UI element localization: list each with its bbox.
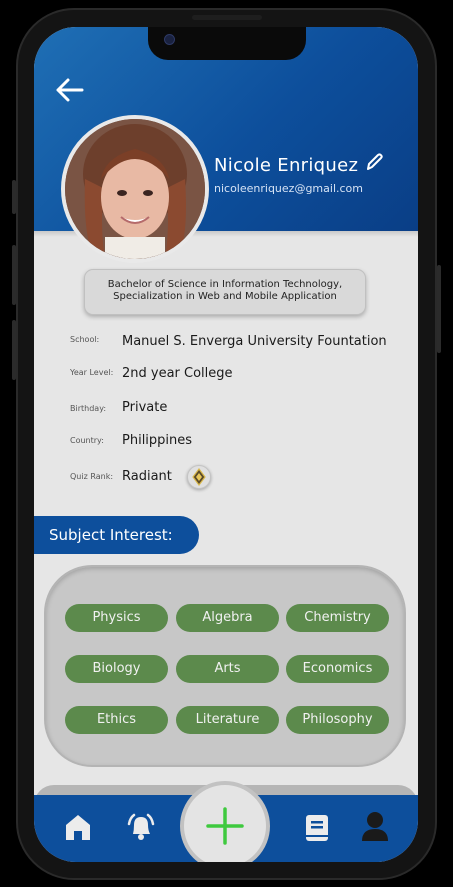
year-level-value: 2nd year College (122, 366, 233, 381)
phone-speaker (192, 15, 262, 20)
subject-interest-panel: Physics Algebra Chemistry Biology Arts E… (44, 565, 406, 767)
subject-chip-physics[interactable]: Physics (65, 604, 168, 632)
subject-chip-biology[interactable]: Biology (65, 655, 168, 683)
degree-line-1: Bachelor of Science in Information Techn… (107, 279, 343, 290)
phone-volume-down (12, 320, 16, 380)
app-screen: Nicole Enriquez nicoleenriquez@gmail.com… (34, 27, 418, 862)
birthday-value: Private (122, 400, 168, 415)
subject-chip-philosophy[interactable]: Philosophy (286, 706, 389, 734)
avatar-portrait (65, 119, 205, 259)
school-value: Manuel S. Enverga University Fountation (122, 334, 387, 349)
quiz-rank-value: Radiant (122, 469, 172, 484)
subject-chip-ethics[interactable]: Ethics (65, 706, 168, 734)
profile-avatar (61, 115, 209, 263)
degree-card: Bachelor of Science in Information Techn… (84, 269, 366, 315)
edit-pencil-icon[interactable] (365, 152, 385, 172)
phone-side-button (12, 180, 16, 214)
subject-interest-heading: Subject Interest: (34, 516, 199, 554)
front-camera (164, 34, 175, 45)
notifications-icon[interactable] (125, 812, 157, 842)
user-name: Nicole Enriquez (214, 155, 359, 176)
user-email: nicoleenriquez@gmail.com (214, 182, 363, 195)
country-value: Philippines (122, 433, 193, 448)
country-label: Country: (70, 436, 104, 445)
rank-badge-icon (187, 465, 211, 489)
year-level-label: Year Level: (70, 368, 114, 377)
book-icon[interactable] (303, 813, 331, 843)
home-icon[interactable] (63, 812, 93, 842)
subject-chip-literature[interactable]: Literature (176, 706, 279, 734)
school-label: School: (70, 335, 100, 344)
subject-chip-chemistry[interactable]: Chemistry (286, 604, 389, 632)
back-arrow-icon[interactable] (54, 77, 84, 103)
subject-chip-arts[interactable]: Arts (176, 655, 279, 683)
degree-line-2: Specialization in Web and Mobile Applica… (113, 291, 337, 302)
add-button[interactable] (180, 781, 270, 862)
phone-power-button (437, 265, 441, 353)
birthday-label: Birthday: (70, 404, 107, 413)
phone-volume-up (12, 245, 16, 305)
profile-icon[interactable] (360, 810, 390, 842)
quiz-rank-label: Quiz Rank: (70, 472, 114, 481)
plus-icon (206, 807, 244, 845)
subject-chip-economics[interactable]: Economics (286, 655, 389, 683)
subject-chip-algebra[interactable]: Algebra (176, 604, 279, 632)
